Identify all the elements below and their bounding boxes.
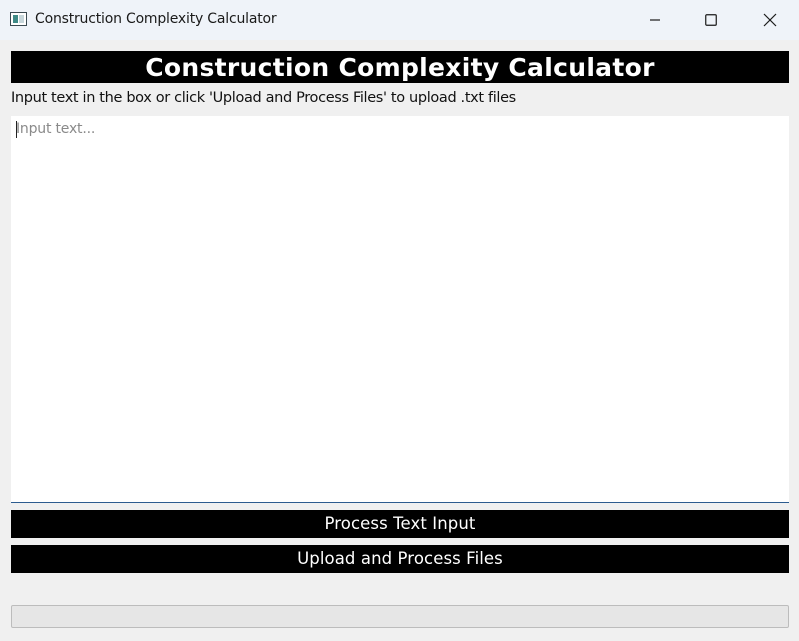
progress-bar xyxy=(11,605,789,628)
app-window-icon xyxy=(10,12,27,26)
process-text-button[interactable]: Process Text Input xyxy=(11,510,789,538)
page-title: Construction Complexity Calculator xyxy=(11,51,789,83)
minimize-icon xyxy=(650,19,660,21)
text-input[interactable] xyxy=(11,116,789,503)
maximize-button[interactable] xyxy=(682,0,740,40)
maximize-icon xyxy=(705,14,717,26)
upload-files-button[interactable]: Upload and Process Files xyxy=(11,545,789,573)
close-button[interactable] xyxy=(741,0,799,40)
instructions-label: Input text in the box or click 'Upload a… xyxy=(11,90,516,106)
close-icon xyxy=(763,13,777,27)
text-caret xyxy=(16,121,17,138)
window-title: Construction Complexity Calculator xyxy=(35,11,277,27)
title-bar[interactable]: Construction Complexity Calculator xyxy=(0,0,799,40)
minimize-button[interactable] xyxy=(626,0,684,40)
